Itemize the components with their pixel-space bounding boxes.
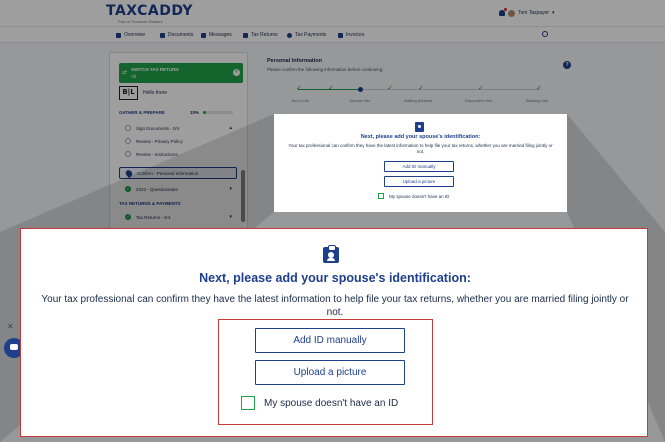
taxcaddy-logo[interactable]: TAXCADDY (106, 3, 193, 19)
spouse-id-card: Next, please add your spouse's identific… (274, 114, 567, 212)
sidebar-item-label: Review - Privacy Policy (136, 138, 183, 144)
status-pending-icon (125, 125, 131, 131)
check-icon: ✓ (328, 85, 334, 92)
id-badge-figure (327, 258, 335, 261)
close-icon[interactable]: ✕ (233, 69, 240, 76)
top-bar: TAXCADDY Part of Thomson Reuters Tom Tax… (0, 0, 665, 26)
progress-fill (203, 111, 206, 114)
check-icon: ✓ (387, 85, 393, 92)
logo-subtitle: Part of Thomson Reuters (118, 19, 163, 24)
progress-percent: 10% (190, 110, 200, 115)
nav-tax-returns[interactable]: Tax Returns (243, 32, 278, 38)
chevron-down-icon: ▾ (552, 10, 555, 16)
card-heading: Next, please add your spouse's identific… (360, 134, 481, 140)
no-id-checkbox[interactable] (241, 396, 255, 410)
switch-label: SWITCH TAX RETURN (131, 67, 179, 72)
user-menu[interactable]: Tom Taxpayer ▾ (499, 8, 555, 18)
switch-tax-return-button[interactable]: ⇄ SWITCH TAX RETURN All ✕ (119, 63, 243, 83)
avatar (508, 9, 515, 17)
section-gather-prepare[interactable]: GATHER & PREPARE (119, 110, 165, 115)
chevron-down-icon[interactable]: ▾ (229, 214, 232, 220)
user-name: Tom Taxpayer (518, 10, 550, 16)
sidebar-item-privacy-policy[interactable]: Review - Privacy Policy (119, 135, 237, 147)
page-title: Personal Information (267, 58, 323, 64)
no-id-checkbox[interactable] (378, 193, 384, 199)
no-id-option[interactable]: My spouse doesn't have an ID (378, 193, 449, 199)
no-id-label: My spouse doesn't have an ID (264, 397, 399, 409)
nav-label: Documents (168, 32, 194, 38)
step-label[interactable]: Tom's Info (291, 98, 309, 103)
id-badge-icon (323, 245, 339, 263)
sidebar-item-tax-returns[interactable]: ✓ Tax Returns - 4/4 ▾ (119, 211, 237, 223)
check-icon: ✓ (536, 85, 542, 92)
chevron-down-icon[interactable]: ▾ (229, 186, 232, 192)
search-icon[interactable] (542, 31, 548, 37)
invoice-icon (338, 32, 343, 38)
tax-return-icon (243, 32, 248, 38)
help-icon[interactable]: ? (563, 61, 571, 69)
upload-picture-button[interactable]: Upload a picture (384, 176, 454, 187)
nav-label: Overview (124, 32, 145, 38)
sidebar-item-personal-information[interactable]: Confirm - Personal Information (119, 167, 237, 179)
current-step-dot (358, 87, 363, 92)
sidebar-item-questionnaire[interactable]: ✓ 2022 - Questionnaire ▾ (119, 183, 237, 195)
nav-label: Tax Payments (295, 32, 327, 38)
sidebar-scrollbar[interactable] (241, 170, 245, 222)
sidebar-item-label: Tax Returns - 4/4 (136, 214, 171, 220)
step-label[interactable]: Spouse Info (349, 98, 370, 103)
switch-year: All (131, 74, 137, 79)
sidebar-item-instructions[interactable]: Review - Instructions (119, 148, 237, 160)
no-id-label: My spouse doesn't have an ID (389, 193, 450, 199)
nav-tax-payments[interactable]: Tax Payments (287, 32, 326, 38)
add-id-manually-button[interactable]: Add ID manually (255, 328, 405, 353)
check-icon: ✓ (418, 85, 424, 92)
callout-heading: Next, please add your spouse's identific… (199, 271, 471, 285)
sidebar-item-label: Confirm - Personal Information (137, 170, 199, 176)
nav-overview[interactable]: Overview (116, 32, 145, 38)
section-tax-returns-payments[interactable]: TAX RETURNS & PAYMENTS (119, 201, 181, 206)
notification-dot (504, 8, 507, 11)
nav-documents[interactable]: Documents (160, 32, 193, 38)
sidebar-item-sign-documents[interactable]: Sign Documents - 0/4 ▴ (119, 122, 237, 134)
progress-bar (203, 111, 233, 114)
upload-picture-button[interactable]: Upload a picture (255, 360, 405, 385)
nav-messages[interactable]: Messages (201, 32, 232, 38)
step-label[interactable]: Banking Info (526, 98, 548, 103)
sidebar: ⇄ SWITCH TAX RETURN All ✕ B|L Hello ther… (109, 52, 248, 242)
nav-label: Messages (209, 32, 232, 38)
status-pending-icon (125, 138, 131, 144)
check-icon: ✓ (296, 85, 302, 92)
step-label[interactable]: Dependent Info (465, 98, 492, 103)
nav-invoices[interactable]: Invoices (338, 32, 364, 38)
add-id-manually-button[interactable]: Add ID manually (384, 161, 454, 172)
message-icon (201, 32, 206, 38)
chevron-up-icon[interactable]: ▴ (229, 125, 232, 131)
home-icon (116, 32, 121, 38)
check-icon: ✓ (125, 186, 131, 192)
firm-logo: B|L (119, 86, 138, 100)
sidebar-item-label: 2022 - Questionnaire (136, 186, 179, 192)
zoomed-callout: Next, please add your spouse's identific… (20, 228, 648, 437)
check-icon: ✓ (478, 85, 484, 92)
sidebar-item-label: Review - Instructions (136, 151, 178, 157)
greeting: Hello there (143, 90, 168, 96)
main-nav: Overview Documents Messages Tax Returns … (0, 26, 665, 43)
callout-description: Your tax professional can confirm they h… (41, 294, 629, 318)
dollar-icon (287, 32, 292, 38)
nav-label: Tax Returns (251, 32, 278, 38)
nav-label: Invoices (346, 32, 365, 38)
card-description: Your tax professional can confirm they h… (288, 143, 553, 154)
check-icon: ✓ (125, 214, 131, 220)
page-subtitle: Please confirm the following information… (267, 67, 384, 72)
status-pending-icon (125, 151, 131, 157)
location-pin-icon (124, 168, 134, 179)
folder-icon (160, 32, 165, 38)
switch-icon: ⇄ (122, 70, 128, 76)
close-icon[interactable]: ✕ (7, 322, 14, 331)
bell-icon[interactable] (499, 8, 507, 16)
no-id-option[interactable]: My spouse doesn't have an ID (241, 396, 398, 410)
id-badge-icon (415, 122, 424, 132)
step-label[interactable]: Mailing Address (404, 98, 432, 103)
sidebar-item-label: Sign Documents - 0/4 (136, 125, 180, 131)
